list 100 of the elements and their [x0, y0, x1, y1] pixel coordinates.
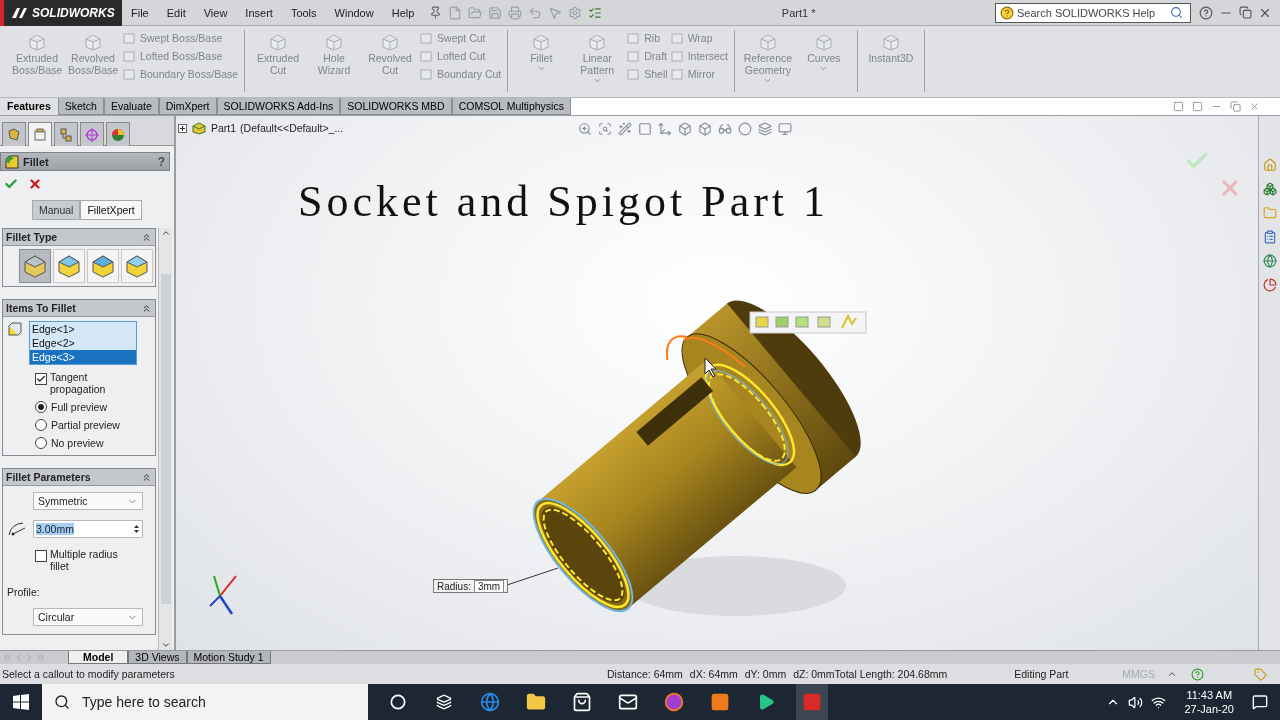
- new-file-icon[interactable]: [448, 5, 463, 20]
- box-icon: [757, 32, 778, 52]
- tree-item[interactable]: Part1: [211, 122, 237, 134]
- configuration-icon: [58, 126, 74, 143]
- clock-time[interactable]: 11:43 AM: [1186, 688, 1233, 702]
- panel-tab[interactable]: [54, 122, 78, 146]
- select-icon[interactable]: [548, 5, 563, 20]
- settings-icon[interactable]: [568, 5, 583, 20]
- help-icon[interactable]: [1199, 5, 1213, 20]
- menu-item[interactable]: Edit: [157, 6, 195, 19]
- menu-item[interactable]: Window: [325, 6, 383, 19]
- radio-button[interactable]: [35, 419, 47, 431]
- menu-item[interactable]: File: [122, 6, 158, 19]
- cube-icon[interactable]: [678, 122, 692, 136]
- save-icon[interactable]: [488, 5, 503, 20]
- collapse-icon[interactable]: [141, 231, 152, 243]
- print-icon[interactable]: [508, 5, 523, 20]
- edge-list-item[interactable]: Edge<2>: [30, 336, 136, 350]
- checkbox[interactable]: [35, 550, 47, 562]
- section-view-icon[interactable]: [638, 122, 652, 136]
- pin-icon[interactable]: [429, 6, 443, 19]
- edge-list-item[interactable]: Edge<1>: [30, 322, 136, 336]
- command-tab[interactable]: SOLIDWORKS Add-Ins: [216, 98, 341, 115]
- box-icon: [122, 31, 136, 45]
- close-icon[interactable]: [1249, 101, 1260, 112]
- volume-icon[interactable]: [1128, 694, 1144, 710]
- context-toolbar[interactable]: [749, 311, 867, 334]
- edge-list-item[interactable]: Edge<3>: [30, 350, 136, 364]
- glasses-icon[interactable]: [718, 122, 732, 136]
- model-tab[interactable]: Model: [68, 651, 129, 664]
- model-tab[interactable]: 3D Views: [128, 651, 187, 664]
- panel-tab[interactable]: [2, 122, 26, 146]
- menu-item[interactable]: Insert: [236, 6, 282, 19]
- command-tab[interactable]: Features: [0, 98, 58, 115]
- dimension-callout[interactable]: Radius: 3mm: [433, 579, 509, 593]
- help-icon[interactable]: [1190, 667, 1204, 681]
- help-glyph[interactable]: ?: [157, 154, 165, 169]
- cancel-button[interactable]: [28, 177, 42, 191]
- restore-icon[interactable]: [1239, 6, 1252, 19]
- cube-icon[interactable]: [698, 122, 712, 136]
- box-icon: [83, 32, 103, 52]
- box-icon: [880, 32, 901, 52]
- command-tab[interactable]: COMSOL Multiphysics: [451, 98, 571, 115]
- collapse-icon[interactable]: [141, 471, 152, 483]
- fillet-type-button[interactable]: [53, 249, 85, 283]
- scroll-up-icon[interactable]: [160, 228, 171, 238]
- command-tab[interactable]: Evaluate: [103, 98, 159, 115]
- mode-toggle[interactable]: Manual: [32, 200, 81, 220]
- menu-item[interactable]: Help: [382, 6, 424, 19]
- panel-tab[interactable]: [28, 122, 52, 146]
- radio-button[interactable]: [35, 437, 47, 449]
- command-tab[interactable]: SOLIDWORKS MBD: [340, 98, 452, 115]
- zoom-icon[interactable]: [578, 122, 592, 136]
- menu-item[interactable]: View: [194, 6, 237, 19]
- panel-tab[interactable]: [106, 122, 130, 146]
- box-icon: [626, 49, 641, 63]
- radio-button[interactable]: [35, 401, 47, 413]
- fillet-type-button[interactable]: [121, 249, 153, 283]
- ok-button[interactable]: [4, 177, 18, 191]
- menu-item[interactable]: Tools: [281, 6, 326, 19]
- restore-icon[interactable]: [1230, 101, 1241, 112]
- method-dropdown[interactable]: Symmetric: [33, 492, 143, 510]
- scroll-down-icon[interactable]: [160, 640, 171, 650]
- expand-box-icon[interactable]: [178, 123, 187, 133]
- view-icon[interactable]: [1192, 101, 1203, 112]
- zoom-area-icon[interactable]: [598, 122, 612, 136]
- open-folder-icon[interactable]: [468, 5, 483, 20]
- model-tab[interactable]: Motion Study 1: [186, 651, 271, 664]
- tag-icon[interactable]: [1253, 667, 1267, 681]
- panel-tab[interactable]: [80, 122, 104, 146]
- fillet-type-icon: [90, 253, 116, 279]
- search-box[interactable]: Search SOLIDWORKS Help: [995, 2, 1191, 23]
- profile-dropdown[interactable]: Circular: [33, 608, 143, 626]
- notification-icon[interactable]: [1252, 694, 1268, 710]
- search-field[interactable]: Search SOLIDWORKS Help: [1017, 6, 1167, 19]
- command-tab[interactable]: DimXpert: [158, 98, 217, 115]
- view-icon[interactable]: [1173, 101, 1184, 112]
- fillet-type-button[interactable]: [87, 249, 119, 283]
- axes-icon[interactable]: [658, 122, 672, 136]
- sphere-icon[interactable]: [738, 122, 752, 136]
- field-label: Profile:: [7, 586, 41, 598]
- taskbar-search-field[interactable]: Type here to search: [80, 693, 340, 711]
- monitor-icon[interactable]: [778, 122, 792, 136]
- checkbox[interactable]: [35, 373, 47, 385]
- mouse-pointer-icon: [704, 357, 717, 378]
- clock-date[interactable]: 27-Jan-20: [1184, 702, 1234, 716]
- fillet-type-icon: [22, 253, 48, 279]
- command-tab[interactable]: Sketch: [57, 98, 104, 115]
- scrollbar[interactable]: [158, 228, 172, 650]
- network-icon[interactable]: [1151, 694, 1167, 710]
- taskbar-search-box[interactable]: Type here to search: [42, 684, 368, 720]
- fillet-type-button[interactable]: [19, 249, 51, 283]
- collapse-icon[interactable]: [141, 302, 152, 314]
- wand-icon[interactable]: [618, 122, 632, 136]
- undo-icon[interactable]: [528, 5, 543, 20]
- layers-icon[interactable]: [758, 122, 772, 136]
- video-title: Socket and Spigot Part 1: [298, 176, 830, 227]
- radius-field[interactable]: 3.00mm: [33, 520, 143, 538]
- checklist-icon[interactable]: [588, 5, 603, 20]
- mode-toggle[interactable]: FilletXpert: [80, 200, 142, 220]
